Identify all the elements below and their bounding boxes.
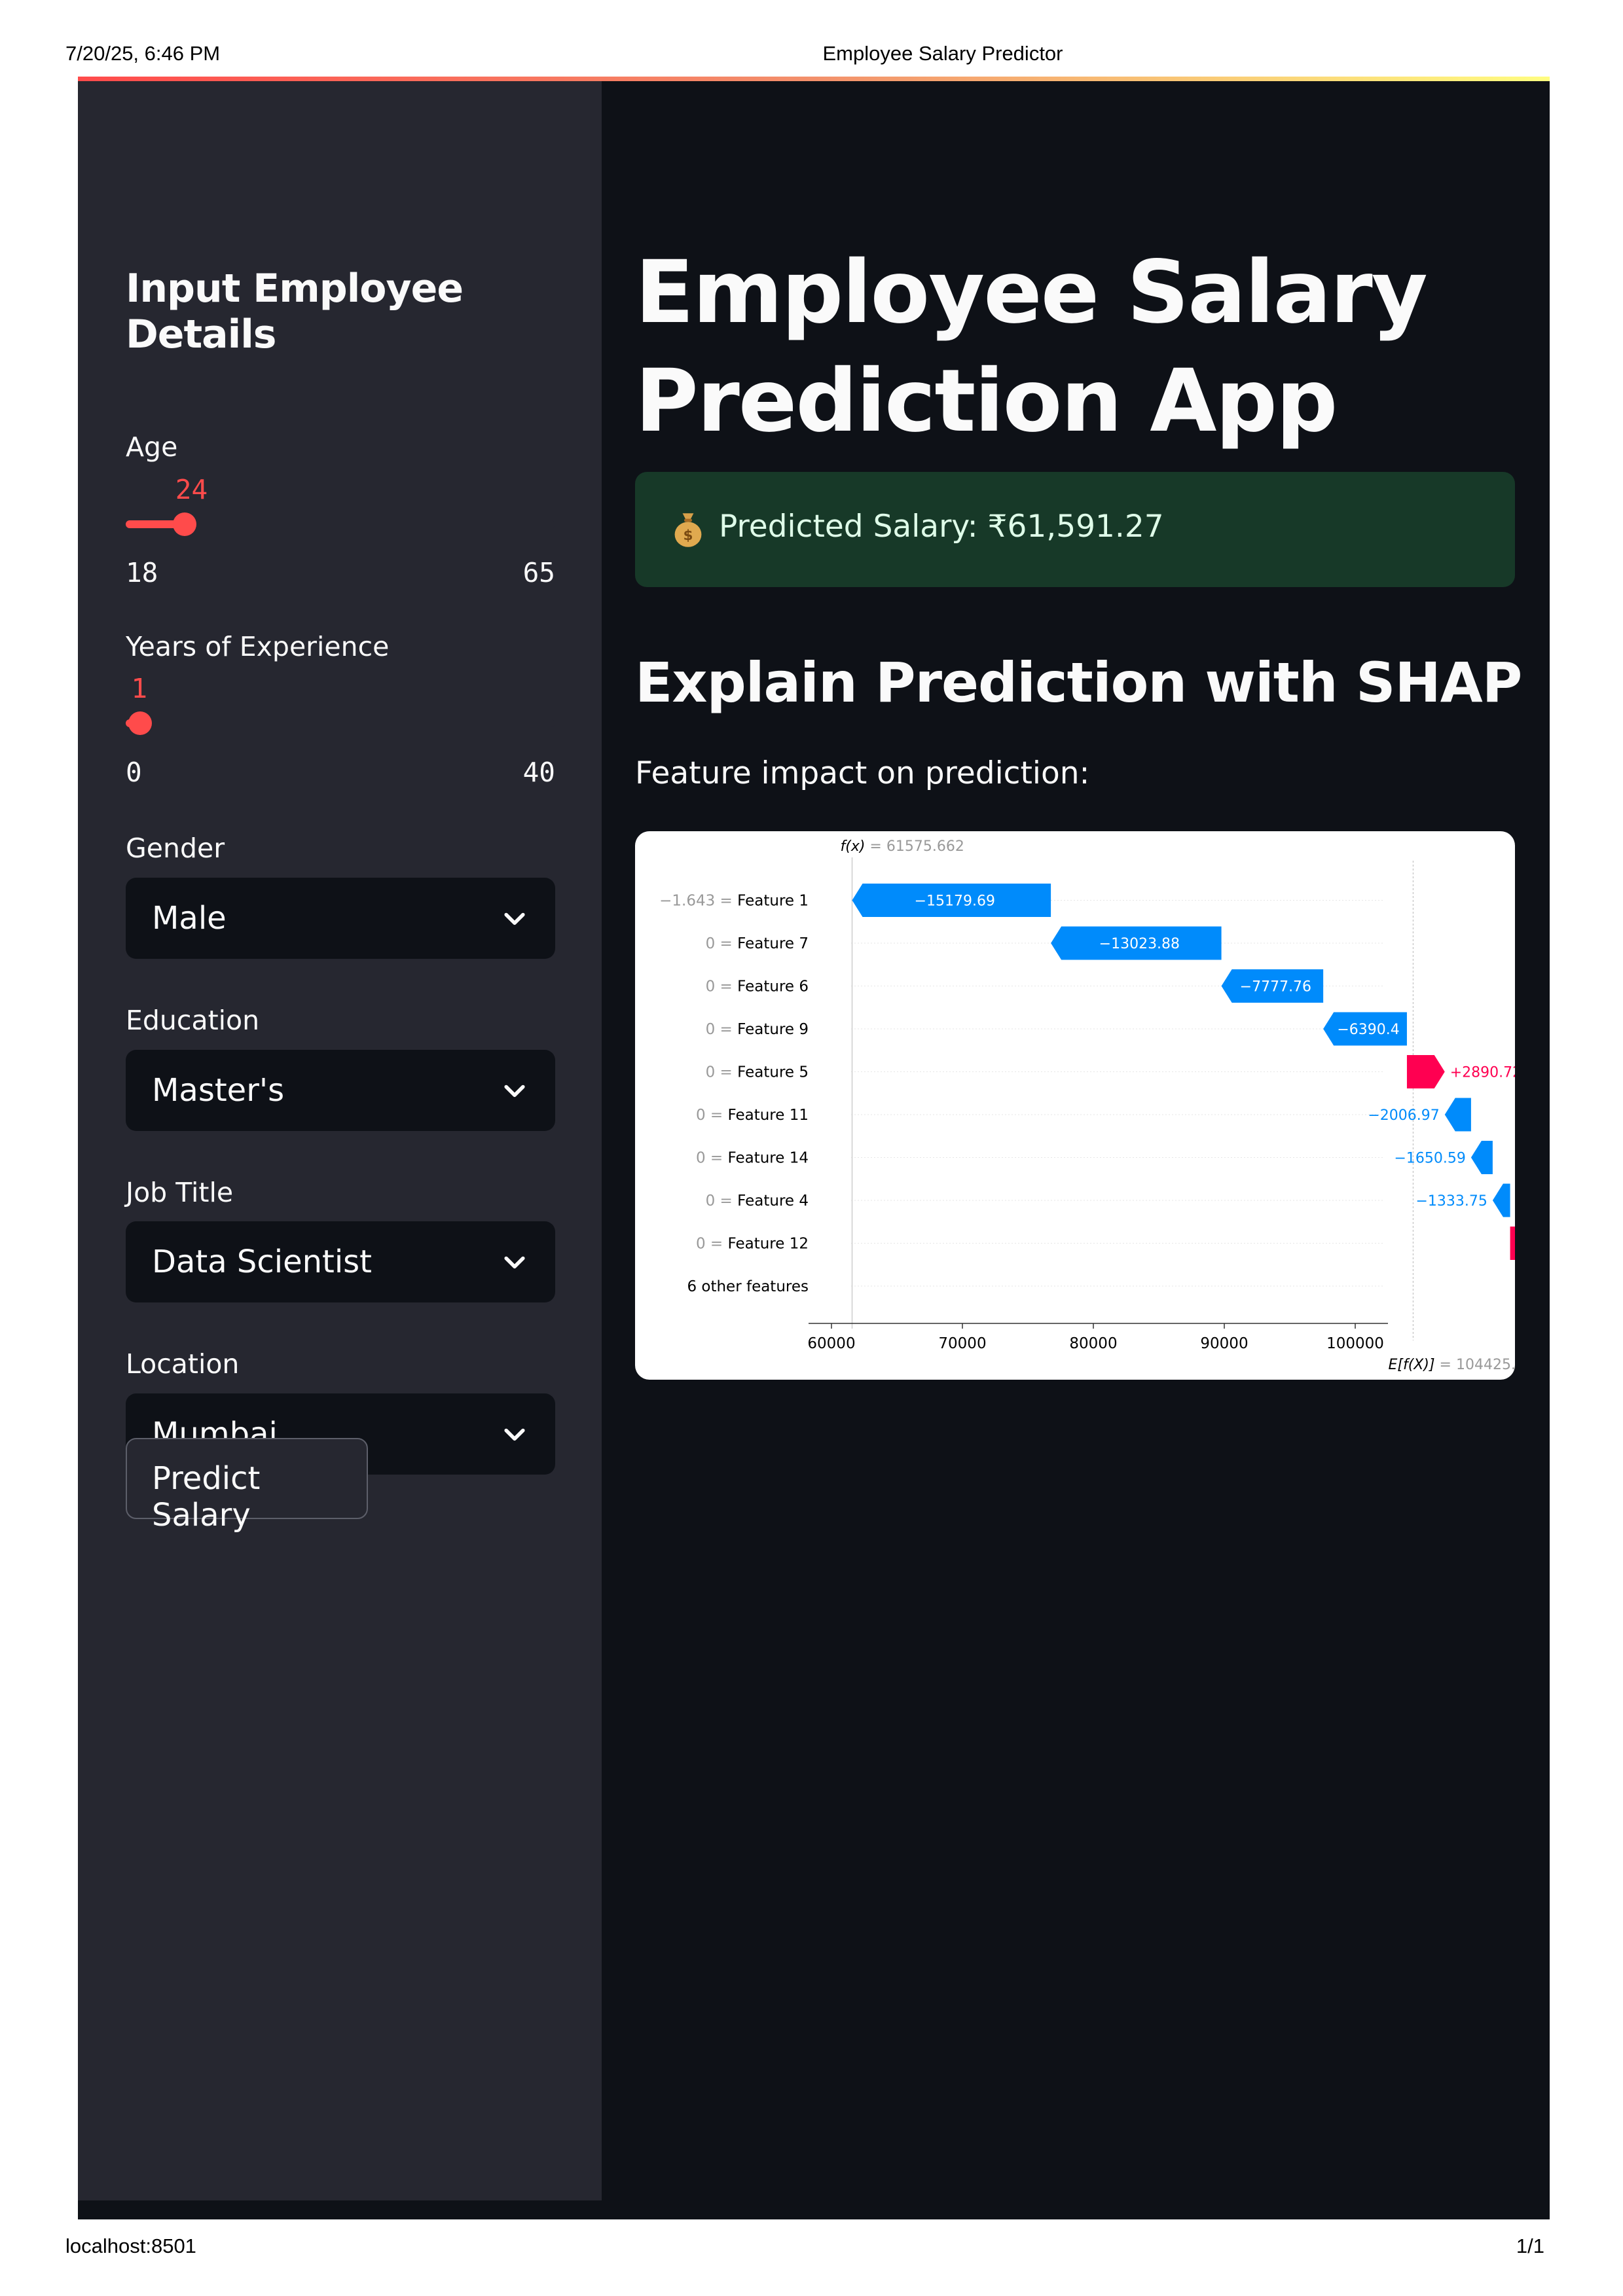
experience-slider-thumb[interactable] xyxy=(128,711,153,735)
page-title-line2: Prediction App xyxy=(635,351,1338,452)
feature-label: −1.643 = Feature 1 xyxy=(659,893,809,910)
gender-select[interactable]: Male xyxy=(126,878,555,959)
job-title-select[interactable]: Data Scientist xyxy=(126,1221,555,1302)
experience-slider-value: 1 xyxy=(131,673,148,704)
shap-value-label: −1650.59 xyxy=(1394,1151,1465,1167)
shap-bar xyxy=(1470,1141,1493,1174)
gender-select-value: Male xyxy=(152,900,227,937)
job-title-select-value: Data Scientist xyxy=(152,1244,372,1280)
x-axis-tick-label: 70000 xyxy=(938,1335,986,1352)
feature-label: 0 = Feature 14 xyxy=(696,1150,809,1167)
experience-slider-track[interactable] xyxy=(126,711,555,735)
chevron-down-icon xyxy=(504,1428,525,1441)
education-select-value: Master's xyxy=(152,1072,285,1109)
x-axis-tick-label: 80000 xyxy=(1069,1335,1117,1352)
feature-label: 6 other features xyxy=(687,1278,809,1295)
feature-label: 0 = Feature 9 xyxy=(706,1021,809,1038)
age-label: Age xyxy=(126,431,178,463)
sidebar: Input Employee Details Age 24 18 65 Year… xyxy=(78,81,602,2200)
feature-label: 0 = Feature 12 xyxy=(696,1236,809,1253)
experience-slider-min: 0 xyxy=(126,757,142,788)
chevron-down-icon xyxy=(504,1256,525,1269)
sidebar-title: Input Employee Details xyxy=(126,266,464,357)
shap-value-label: −6390.4 xyxy=(1337,1022,1399,1038)
shap-value-label: −1333.75 xyxy=(1415,1193,1487,1210)
x-axis-tick-label: 60000 xyxy=(807,1335,855,1352)
svg-text:$: $ xyxy=(683,528,693,544)
main-content: Employee Salary Prediction App $ Predict… xyxy=(602,81,1550,2219)
job-title-label: Job Title xyxy=(126,1177,234,1208)
gender-label: Gender xyxy=(126,833,225,864)
app-page: Input Employee Details Age 24 18 65 Year… xyxy=(78,77,1550,2219)
shap-bar xyxy=(1444,1098,1471,1132)
print-url: localhost:8501 xyxy=(65,2234,196,2257)
print-page-number: 1/1 xyxy=(1516,2234,1544,2257)
shap-caption: Feature impact on prediction: xyxy=(635,755,1090,791)
money-bag-icon: $ xyxy=(674,513,702,547)
education-label: Education xyxy=(126,1005,260,1036)
x-axis-tick-label: 100000 xyxy=(1326,1335,1384,1352)
top-decoration-bar xyxy=(78,77,1550,81)
shap-value-label: −2006.97 xyxy=(1368,1107,1439,1124)
feature-label: 0 = Feature 6 xyxy=(706,978,809,996)
experience-slider-max: 40 xyxy=(522,757,555,788)
chevron-down-icon xyxy=(504,912,525,925)
predict-salary-button-label: Predict Salary xyxy=(152,1460,261,1534)
location-label: Location xyxy=(126,1348,240,1380)
base-value-label: E[f(X)] = 104425.039 xyxy=(1389,1357,1515,1373)
chevron-down-icon xyxy=(504,1085,525,1098)
age-slider-thumb[interactable] xyxy=(172,512,196,536)
feature-label: 0 = Feature 4 xyxy=(706,1193,809,1210)
shap-bar xyxy=(1510,1227,1515,1260)
shap-value-label: −15179.69 xyxy=(915,893,995,910)
fx-label: f(x) = 61575.662 xyxy=(841,838,964,855)
predict-salary-button[interactable]: Predict Salary xyxy=(126,1438,368,1534)
shap-heading: Explain Prediction with SHAP xyxy=(635,651,1522,715)
age-slider-min: 18 xyxy=(126,557,158,588)
prediction-alert: $ Predicted Salary: ₹61,591.27 xyxy=(635,472,1515,587)
education-select[interactable]: Master's xyxy=(126,1050,555,1131)
page-title-line1: Employee Salary xyxy=(635,242,1428,343)
age-slider-value: 24 xyxy=(175,474,208,505)
feature-label: 0 = Feature 11 xyxy=(696,1107,809,1124)
feature-label: 0 = Feature 5 xyxy=(706,1064,809,1081)
x-axis-tick-label: 90000 xyxy=(1200,1335,1248,1352)
shap-waterfall-chart: f(x) = 61575.662 −15179.69 −1.643 = Featur… xyxy=(635,831,1515,1380)
print-title: Employee Salary Predictor xyxy=(822,42,1063,65)
feature-label: 0 = Feature 7 xyxy=(706,935,809,952)
prediction-text: Predicted Salary: ₹61,591.27 xyxy=(719,509,1164,545)
age-slider-max: 65 xyxy=(522,557,555,588)
shap-waterfall-svg: f(x) = 61575.662 −15179.69 −1.643 = Featur… xyxy=(659,838,1515,1373)
shap-bar xyxy=(1406,1055,1445,1088)
shap-value-label: −7777.76 xyxy=(1240,979,1311,996)
shap-bar xyxy=(1492,1183,1510,1217)
shap-value-label: +2890.72 xyxy=(1450,1065,1515,1081)
page-title: Employee Salary Prediction App xyxy=(635,238,1428,456)
age-slider-track[interactable] xyxy=(126,512,555,536)
experience-label: Years of Experience xyxy=(126,631,390,662)
shap-value-label: −13023.88 xyxy=(1099,936,1180,952)
